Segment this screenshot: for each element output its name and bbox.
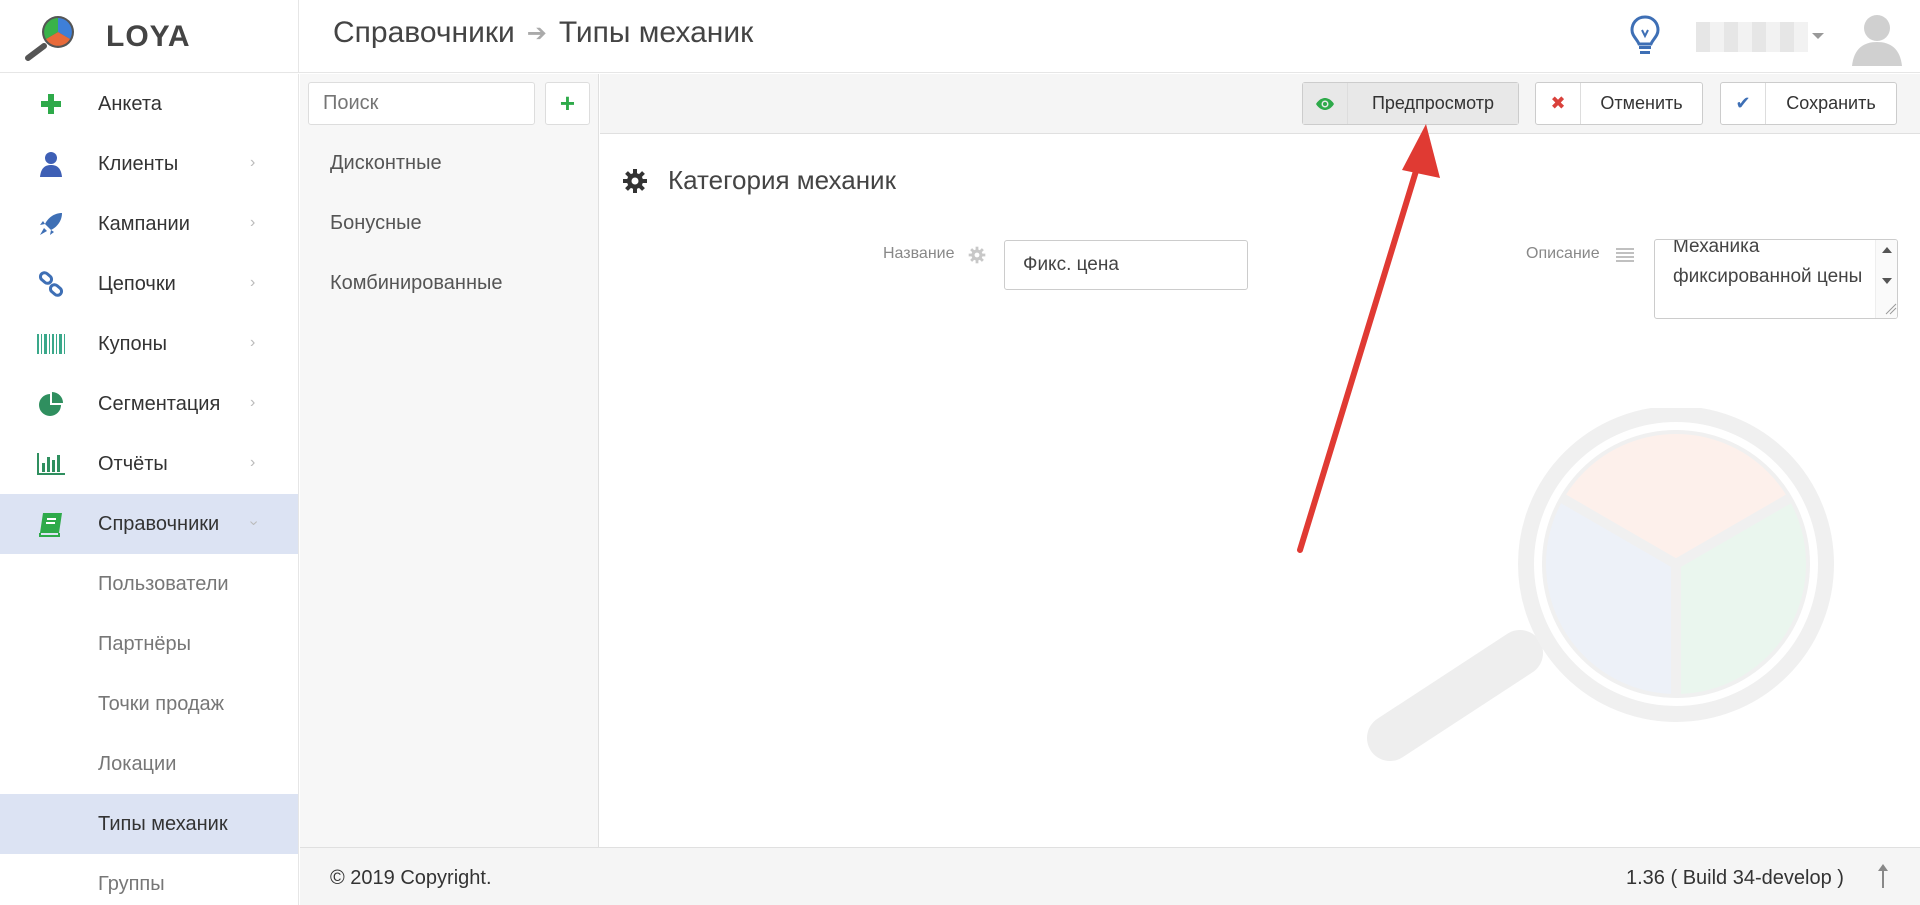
sidebar-item-label: Купоны xyxy=(98,333,168,355)
name-field[interactable]: Фикс. цена xyxy=(1004,240,1248,290)
sidebar-subitem-label: Группы xyxy=(98,873,165,895)
sidebar-subitem-label: Типы механик xyxy=(98,813,228,835)
description-textarea[interactable]: Механика фиксированной цены xyxy=(1654,239,1898,319)
breadcrumb-current: Типы механик xyxy=(558,16,754,49)
top-header: LOYA Справочники ➔ Типы механик xyxy=(0,0,1920,73)
sidebar-item-anketa[interactable]: Анкета xyxy=(0,74,298,134)
chevron-down-icon[interactable] xyxy=(1812,33,1824,39)
sidebar-item-campaigns[interactable]: Кампании › xyxy=(0,194,298,254)
breadcrumb-parent[interactable]: Справочники xyxy=(333,16,515,50)
cancel-button[interactable]: ✖ Отменить xyxy=(1535,82,1703,125)
check-icon: ✔ xyxy=(1721,83,1766,124)
sidebar-item-label: Анкета xyxy=(98,93,162,115)
sidebar-subitem-locations[interactable]: Локации xyxy=(0,734,298,794)
arrow-up-icon[interactable] xyxy=(1876,862,1890,890)
breadcrumb: Справочники ➔ Типы механик xyxy=(333,16,753,50)
section-title: Категория механик xyxy=(668,165,896,195)
arrow-right-icon: ➔ xyxy=(526,19,547,47)
description-label: Описание xyxy=(1526,245,1600,262)
close-icon: ✖ xyxy=(1536,83,1581,124)
sidebar-item-segmentation[interactable]: Сегментация › xyxy=(0,374,298,434)
barcode-icon xyxy=(36,331,66,357)
name-label: Название xyxy=(883,245,955,262)
book-icon xyxy=(36,511,66,537)
footer: © 2019 Copyright. 1.36 ( Build 34-develo… xyxy=(300,847,1920,905)
sidebar-item-coupons[interactable]: Купоны › xyxy=(0,314,298,374)
sidebar-item-reports[interactable]: Отчёты › xyxy=(0,434,298,494)
rocket-icon xyxy=(36,211,66,237)
gear-icon xyxy=(623,169,647,193)
plus-icon xyxy=(36,91,66,117)
user-name-blurred[interactable] xyxy=(1696,22,1808,52)
sidebar-subitem-label: Партнёры xyxy=(98,633,192,655)
save-label: Сохранить xyxy=(1786,93,1876,113)
search-input[interactable] xyxy=(308,82,535,125)
app-name: LOYA xyxy=(106,20,191,53)
annotation-arrow-icon xyxy=(1297,124,1440,553)
chevron-right-icon: › xyxy=(250,454,256,471)
list-item[interactable]: Комбинированные xyxy=(330,272,503,295)
sidebar-item-label: Клиенты xyxy=(98,153,179,175)
chevron-right-icon: › xyxy=(250,334,256,351)
save-button[interactable]: ✔ Сохранить xyxy=(1720,82,1897,125)
cancel-label: Отменить xyxy=(1600,93,1683,113)
sidebar-item-label: Цепочки xyxy=(98,273,176,295)
loya-logo-icon xyxy=(25,16,74,61)
description-text: Механика фиксированной цены xyxy=(1673,239,1863,287)
category-list-panel: + Дисконтные Бонусные Комбинированные xyxy=(300,74,599,847)
avatar[interactable] xyxy=(1850,10,1904,66)
textarea-scrollbar[interactable] xyxy=(1875,240,1897,318)
list-item[interactable]: Бонусные xyxy=(330,212,422,235)
sidebar-item-clients[interactable]: Клиенты › xyxy=(0,134,298,194)
chevron-right-icon: › xyxy=(250,394,256,411)
sidebar-item-label: Сегментация xyxy=(98,393,221,415)
gear-icon xyxy=(968,246,986,264)
chain-icon xyxy=(36,271,66,297)
chevron-right-icon: › xyxy=(250,154,256,171)
bar-chart-icon xyxy=(36,451,66,477)
user-icon xyxy=(36,151,66,177)
chevron-right-icon: › xyxy=(250,274,256,291)
chevron-right-icon: › xyxy=(250,214,256,231)
sidebar-item-label: Отчёты xyxy=(98,453,168,475)
sidebar-subitem-mechanic-types[interactable]: Типы механик xyxy=(0,794,298,854)
sidebar: Анкета Клиенты › Кампании › Цепочки › Ку… xyxy=(0,74,299,905)
sidebar-subitem-label: Локации xyxy=(98,753,177,775)
sidebar-item-label: Кампании xyxy=(98,213,190,235)
sidebar-subitem-points-of-sale[interactable]: Точки продаж xyxy=(0,674,298,734)
toolbar: Предпросмотр ✖ Отменить ✔ Сохранить xyxy=(600,74,1920,134)
sidebar-item-label: Справочники xyxy=(98,513,220,535)
sidebar-item-references[interactable]: Справочники › xyxy=(0,494,298,554)
list-item[interactable]: Дисконтные xyxy=(330,152,442,175)
sidebar-subitem-groups[interactable]: Группы xyxy=(0,854,298,905)
sidebar-subitem-users[interactable]: Пользователи xyxy=(0,554,298,614)
sidebar-subitem-partners[interactable]: Партнёры xyxy=(0,614,298,674)
sidebar-subitem-label: Пользователи xyxy=(98,573,229,595)
lightbulb-icon[interactable] xyxy=(1628,14,1662,56)
sidebar-item-chains[interactable]: Цепочки › xyxy=(0,254,298,314)
pie-icon xyxy=(36,391,66,417)
lines-icon xyxy=(1616,248,1634,262)
sidebar-subitem-label: Точки продаж xyxy=(98,693,225,715)
logo-area[interactable]: LOYA xyxy=(0,0,299,73)
copyright-text: © 2019 Copyright. xyxy=(330,867,492,889)
add-category-button[interactable]: + xyxy=(545,82,590,125)
chevron-down-icon: › xyxy=(245,520,263,526)
version-text: 1.36 ( Build 34-develop ) xyxy=(1626,867,1844,889)
